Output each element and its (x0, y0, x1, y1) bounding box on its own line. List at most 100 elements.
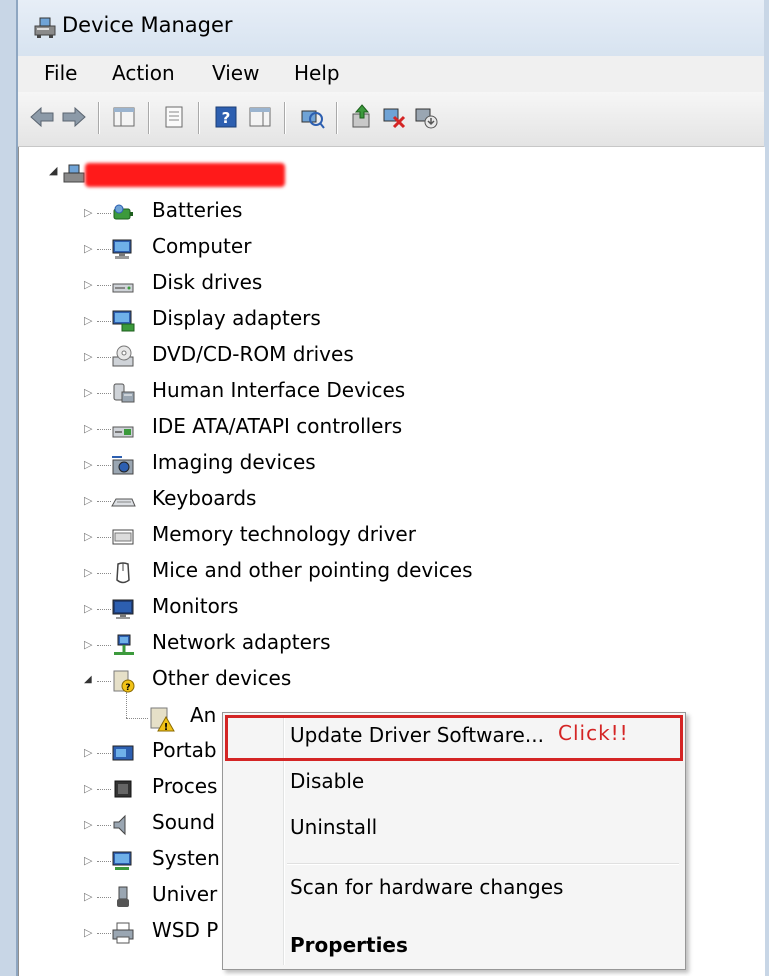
computer-icon (112, 239, 132, 259)
expand-arrow-icon[interactable]: ▷ (84, 638, 92, 651)
expand-arrow-icon[interactable]: ▷ (84, 782, 92, 795)
toolbar-separator (198, 102, 199, 134)
svg-text:?: ? (222, 109, 231, 127)
device-category-label: Display adapters (152, 306, 321, 330)
device-category-label: Disk drives (152, 270, 263, 294)
toolbar-separator (148, 102, 149, 134)
tree-connector (97, 897, 111, 898)
disable-menu-item[interactable]: Disable (290, 769, 364, 793)
tree-row[interactable]: ▷ Human Interface Devices (19, 375, 765, 411)
expand-arrow-icon[interactable]: ▷ (84, 818, 92, 831)
expand-arrow-icon[interactable]: ▷ (84, 278, 92, 291)
tree-row[interactable]: ▷ Computer (19, 231, 765, 267)
expand-arrow-icon[interactable]: ▷ (84, 206, 92, 219)
expand-arrow-icon[interactable]: ▷ (84, 458, 92, 471)
tree-row[interactable]: ▷ Keyboards (19, 483, 765, 519)
usb-icon (117, 886, 129, 907)
expand-arrow-icon[interactable]: ▷ (84, 314, 92, 327)
collapse-arrow-icon[interactable]: ◢ (84, 674, 92, 685)
display-adapter-icon (112, 310, 135, 332)
update-driver-icon[interactable] (348, 103, 376, 131)
toolbar-separator (336, 102, 337, 134)
expand-arrow-icon[interactable]: ▷ (84, 566, 92, 579)
tree-connector (97, 861, 111, 862)
context-menu: Update Driver Software... Click!! Disabl… (222, 712, 686, 970)
processor-icon (114, 780, 132, 798)
toolbar-separator (284, 102, 285, 134)
tree-connector (97, 753, 111, 754)
click-annotation: Click!! (558, 721, 629, 745)
tree-row[interactable]: ▷ Display adapters (19, 303, 765, 339)
help-icon[interactable]: ? (212, 103, 240, 131)
expand-arrow-icon[interactable]: ▷ (84, 422, 92, 435)
tree-row[interactable]: ▷ Network adapters (19, 627, 765, 663)
device-category-label: Portab (152, 738, 217, 762)
expand-arrow-icon[interactable]: ▷ (84, 926, 92, 939)
tree-row[interactable]: ▷ Monitors (19, 591, 765, 627)
expand-arrow-icon[interactable]: ▷ (84, 386, 92, 399)
menu-view[interactable]: View (208, 59, 263, 87)
tree-row[interactable]: ▷ Batteries (19, 195, 765, 231)
device-category-label: Monitors (152, 594, 239, 618)
uninstall-menu-item[interactable]: Uninstall (290, 815, 377, 839)
show-hide-console-tree-icon[interactable] (110, 103, 138, 131)
speaker-icon (113, 814, 126, 836)
properties-menu-item[interactable]: Properties (290, 933, 408, 957)
tree-connector (97, 213, 111, 214)
tree-row[interactable]: ▷ Memory technology driver (19, 519, 765, 555)
system-device-icon (112, 851, 132, 870)
scan-hardware-icon[interactable] (298, 103, 326, 131)
device-category-label: Computer (152, 234, 252, 258)
expand-arrow-icon[interactable]: ▷ (84, 494, 92, 507)
ide-controller-icon (112, 426, 134, 438)
unknown-device-icon: ? (113, 670, 135, 693)
menu-help[interactable]: Help (290, 59, 344, 87)
root-expander[interactable]: ◢ (49, 164, 57, 177)
properties-icon[interactable] (160, 103, 188, 131)
expand-arrow-icon[interactable]: ▷ (84, 242, 92, 255)
device-manager-icon (34, 17, 56, 38)
monitor-icon (112, 599, 134, 619)
tree-connector (97, 825, 111, 826)
tree-row[interactable]: ▷ Disk drives (19, 267, 765, 303)
expand-arrow-icon[interactable]: ▷ (84, 602, 92, 615)
expand-arrow-icon[interactable]: ▷ (84, 890, 92, 903)
expand-arrow-icon[interactable]: ▷ (84, 350, 92, 363)
hid-icon (113, 383, 135, 403)
expand-arrow-icon[interactable]: ▷ (84, 746, 92, 759)
tree-connector (97, 321, 111, 322)
tree-connector (97, 285, 111, 286)
update-driver-software-menu-item[interactable]: Update Driver Software... (290, 723, 544, 747)
menu-bar: File Action View Help (18, 56, 764, 92)
device-category-label: Batteries (152, 198, 243, 222)
tree-connector (97, 609, 111, 610)
disable-icon[interactable] (412, 103, 440, 131)
title-bar[interactable]: Device Manager (18, 0, 764, 56)
tree-connector (97, 681, 111, 682)
device-category-label: Proces (152, 774, 218, 798)
scan-hardware-menu-item[interactable]: Scan for hardware changes (290, 875, 563, 899)
tree-connector (97, 933, 111, 934)
uninstall-icon[interactable] (380, 103, 408, 131)
device-category-label: WSD P (152, 918, 219, 942)
menu-file[interactable]: File (40, 59, 81, 87)
mouse-icon (116, 562, 130, 584)
tree-row[interactable]: ◢? Other devices (19, 663, 765, 699)
window-title: Device Manager (62, 13, 233, 37)
tree-row[interactable]: ▷ Mice and other pointing devices (19, 555, 765, 591)
tree-row[interactable]: ▷ DVD/CD-ROM drives (19, 339, 765, 375)
tree-connector (97, 465, 111, 466)
camera-icon (112, 456, 134, 475)
tree-row[interactable]: ▷ IDE ATA/ATAPI controllers (19, 411, 765, 447)
toolbar: ? (18, 92, 764, 147)
forward-icon[interactable] (60, 103, 88, 131)
tree-row[interactable]: ▷ Imaging devices (19, 447, 765, 483)
device-category-label: Mice and other pointing devices (152, 558, 473, 582)
show-hide-action-pane-icon[interactable] (246, 103, 274, 131)
menu-action[interactable]: Action (108, 59, 179, 87)
device-category-label: Memory technology driver (152, 522, 416, 546)
back-icon[interactable] (28, 103, 56, 131)
expand-arrow-icon[interactable]: ▷ (84, 854, 92, 867)
expand-arrow-icon[interactable]: ▷ (84, 530, 92, 543)
device-category-label: Systen (152, 846, 220, 870)
